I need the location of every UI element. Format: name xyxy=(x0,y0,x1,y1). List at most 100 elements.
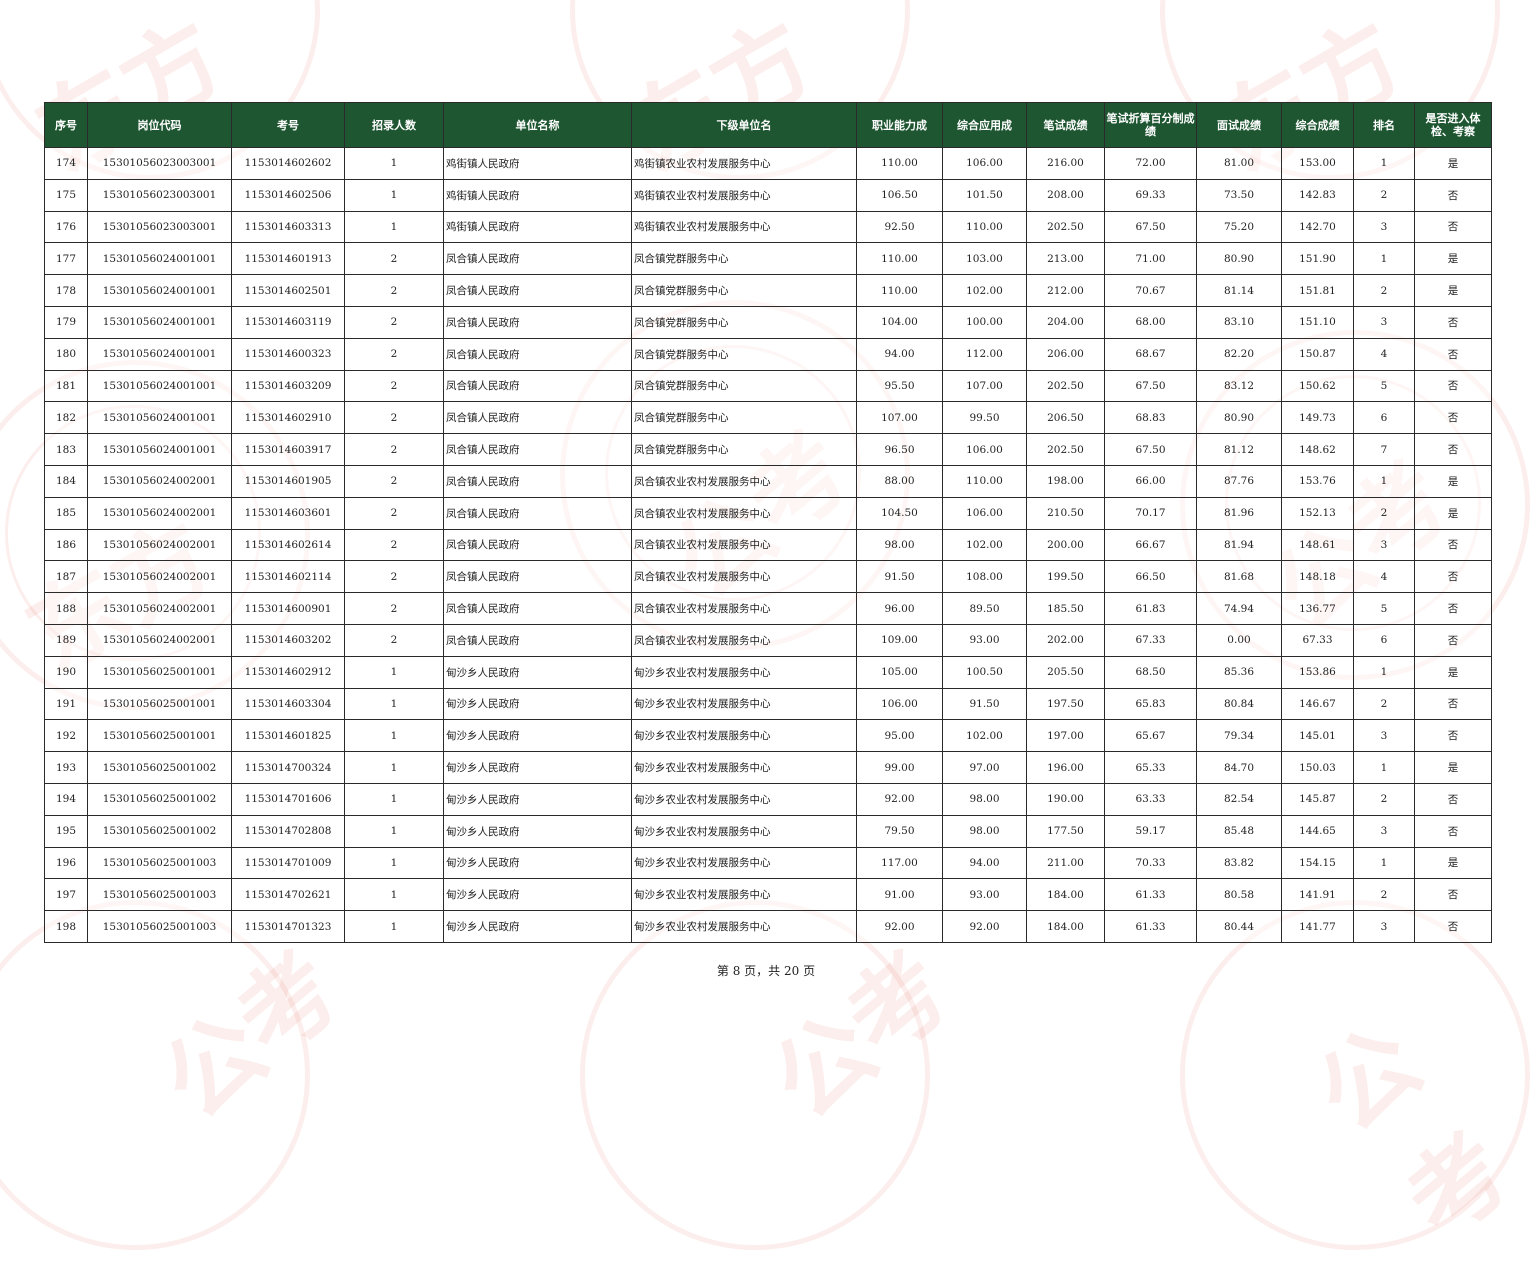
cell-advance: 否 xyxy=(1414,878,1492,912)
cell-advance: 否 xyxy=(1414,814,1492,848)
cell-post-code: 15301056024002001 xyxy=(87,528,232,562)
table-row: 195 15301056025001002 1153014702808 1 甸沙乡人民政… xyxy=(44,814,1492,848)
cell-total-score: 151.10 xyxy=(1281,305,1354,339)
cell-vocational-score: 91.00 xyxy=(856,878,943,912)
cell-rank: 3 xyxy=(1353,305,1415,339)
table-row: 180 15301056024001001 1153014600323 2 凤合镇人民政… xyxy=(44,337,1492,371)
cell-post-code: 15301056024001001 xyxy=(87,433,232,466)
cell-unit-name: 甸沙乡人民政府 xyxy=(443,751,632,784)
cell-written-percent-score: 59.17 xyxy=(1104,814,1197,848)
cell-exam-number: 1153014702808 xyxy=(231,814,345,848)
cell-total-score: 144.65 xyxy=(1281,814,1354,848)
cell-total-score: 67.33 xyxy=(1281,623,1354,657)
cell-written-percent-score: 70.33 xyxy=(1104,846,1197,880)
cell-vocational-score: 106.50 xyxy=(856,178,943,212)
cell-written-percent-score: 68.83 xyxy=(1104,401,1197,435)
table-row: 194 15301056025001002 1153014701606 1 甸沙乡人民政… xyxy=(44,782,1492,816)
cell-interview-score: 80.44 xyxy=(1196,910,1282,943)
cell-application-score: 112.00 xyxy=(942,337,1027,371)
cell-written-percent-score: 67.50 xyxy=(1104,369,1197,403)
cell-application-score: 94.00 xyxy=(942,846,1027,880)
cell-exam-number: 1153014601825 xyxy=(231,719,345,753)
cell-total-score: 145.01 xyxy=(1281,719,1354,753)
cell-exam-number: 1153014601913 xyxy=(231,242,345,276)
cell-vocational-score: 110.00 xyxy=(856,242,943,276)
header-recruit-count: 招录人数 xyxy=(344,102,444,148)
cell-application-score: 99.50 xyxy=(942,401,1027,435)
cell-advance: 是 xyxy=(1414,274,1492,307)
cell-rank: 4 xyxy=(1353,560,1415,594)
cell-sub-unit-name: 凤合镇党群服务中心 xyxy=(631,433,857,466)
cell-seq: 177 xyxy=(44,242,88,276)
cell-seq: 185 xyxy=(44,496,88,530)
cell-written-percent-score: 67.33 xyxy=(1104,623,1197,657)
cell-application-score: 100.00 xyxy=(942,305,1027,339)
table-row: 191 15301056025001001 1153014603304 1 甸沙乡人民政… xyxy=(44,687,1492,721)
watermark-logo xyxy=(0,900,310,1250)
cell-application-score: 102.00 xyxy=(942,528,1027,562)
cell-recruit-count: 2 xyxy=(344,496,444,530)
cell-seq: 195 xyxy=(44,814,88,848)
cell-total-score: 149.73 xyxy=(1281,401,1354,435)
cell-exam-number: 1153014603119 xyxy=(231,305,345,339)
table-row: 190 15301056025001001 1153014602912 1 甸沙乡人民政… xyxy=(44,655,1492,689)
cell-advance: 是 xyxy=(1414,496,1492,530)
cell-recruit-count: 2 xyxy=(344,464,444,498)
cell-vocational-score: 109.00 xyxy=(856,623,943,657)
cell-vocational-score: 104.50 xyxy=(856,496,943,530)
cell-sub-unit-name: 凤合镇农业农村发展服务中心 xyxy=(631,560,857,594)
cell-rank: 6 xyxy=(1353,401,1415,435)
table-row: 185 15301056024002001 1153014603601 2 凤合镇人民政… xyxy=(44,496,1492,530)
cell-interview-score: 80.58 xyxy=(1196,878,1282,912)
cell-written-score: 202.50 xyxy=(1026,369,1105,403)
cell-recruit-count: 2 xyxy=(344,623,444,657)
cell-unit-name: 凤合镇人民政府 xyxy=(443,623,632,657)
cell-recruit-count: 1 xyxy=(344,782,444,816)
cell-exam-number: 1153014602114 xyxy=(231,560,345,594)
cell-written-percent-score: 71.00 xyxy=(1104,242,1197,276)
cell-interview-score: 80.90 xyxy=(1196,242,1282,276)
cell-written-score: 197.50 xyxy=(1026,687,1105,721)
cell-sub-unit-name: 凤合镇党群服务中心 xyxy=(631,401,857,435)
cell-written-percent-score: 65.33 xyxy=(1104,751,1197,784)
header-vocational-score: 职业能力成 xyxy=(856,102,943,148)
cell-sub-unit-name: 甸沙乡农业农村发展服务中心 xyxy=(631,878,857,912)
watermark-logo xyxy=(1180,900,1530,1250)
cell-recruit-count: 1 xyxy=(344,719,444,753)
cell-advance: 否 xyxy=(1414,210,1492,244)
cell-application-score: 102.00 xyxy=(942,719,1027,753)
header-total-score: 综合成绩 xyxy=(1281,102,1354,148)
cell-seq: 186 xyxy=(44,528,88,562)
cell-sub-unit-name: 甸沙乡农业农村发展服务中心 xyxy=(631,910,857,943)
cell-application-score: 106.00 xyxy=(942,496,1027,530)
cell-interview-score: 0.00 xyxy=(1196,623,1282,657)
cell-advance: 是 xyxy=(1414,242,1492,276)
cell-advance: 否 xyxy=(1414,910,1492,943)
cell-seq: 190 xyxy=(44,655,88,689)
cell-unit-name: 凤合镇人民政府 xyxy=(443,560,632,594)
cell-post-code: 15301056024002001 xyxy=(87,592,232,625)
cell-post-code: 15301056024002001 xyxy=(87,623,232,657)
cell-sub-unit-name: 甸沙乡农业农村发展服务中心 xyxy=(631,751,857,784)
cell-interview-score: 83.82 xyxy=(1196,846,1282,880)
cell-written-percent-score: 67.50 xyxy=(1104,210,1197,244)
cell-interview-score: 79.34 xyxy=(1196,719,1282,753)
cell-recruit-count: 1 xyxy=(344,147,444,180)
cell-post-code: 15301056025001002 xyxy=(87,751,232,784)
cell-vocational-score: 99.00 xyxy=(856,751,943,784)
cell-post-code: 15301056023003001 xyxy=(87,210,232,244)
cell-seq: 196 xyxy=(44,846,88,880)
cell-interview-score: 81.14 xyxy=(1196,274,1282,307)
cell-rank: 6 xyxy=(1353,623,1415,657)
cell-exam-number: 1153014603209 xyxy=(231,369,345,403)
cell-exam-number: 1153014602910 xyxy=(231,401,345,435)
cell-interview-score: 84.70 xyxy=(1196,751,1282,784)
table-row: 186 15301056024002001 1153014602614 2 凤合镇人民政… xyxy=(44,528,1492,562)
cell-unit-name: 甸沙乡人民政府 xyxy=(443,878,632,912)
cell-exam-number: 1153014600323 xyxy=(231,337,345,371)
cell-sub-unit-name: 甸沙乡农业农村发展服务中心 xyxy=(631,655,857,689)
cell-application-score: 110.00 xyxy=(942,464,1027,498)
cell-written-percent-score: 66.67 xyxy=(1104,528,1197,562)
cell-sub-unit-name: 甸沙乡农业农村发展服务中心 xyxy=(631,782,857,816)
cell-rank: 2 xyxy=(1353,878,1415,912)
